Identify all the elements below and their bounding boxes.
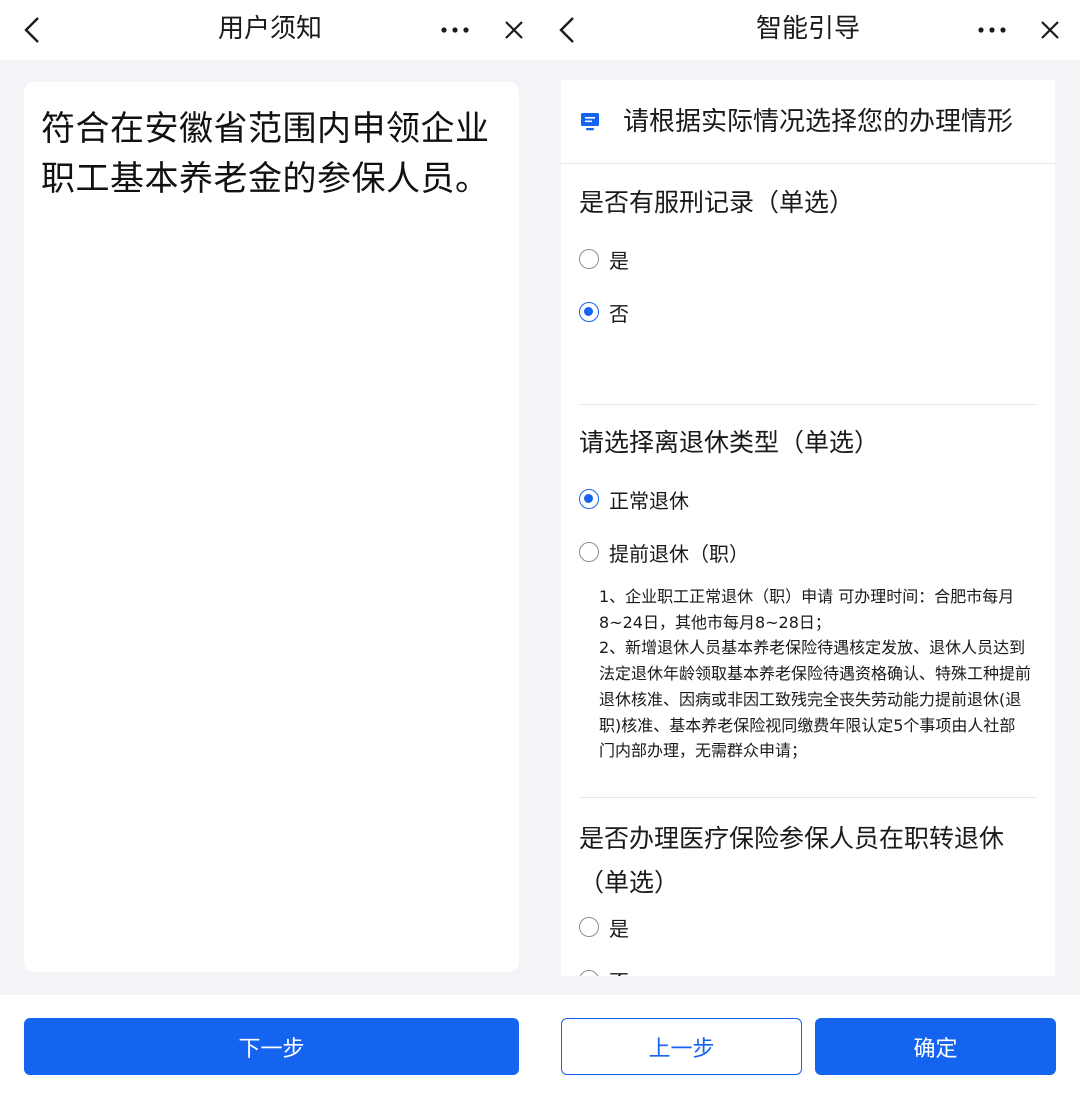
radio-option[interactable]: 是	[579, 912, 629, 942]
guide-header-text: 请根据实际情况选择您的办理情形	[623, 107, 1014, 137]
question-title: 是否有服刑记录（单选）	[579, 188, 855, 217]
note-line: 2、新增退休人员基本养老保险待遇核定发放、退休人员达到法定退休年龄领取基本养老保…	[599, 638, 1032, 761]
confirm-button[interactable]: 确定	[815, 1018, 1056, 1075]
radio-option[interactable]: 否	[579, 297, 629, 327]
guide-card: 请根据实际情况选择您的办理情形 是否有服刑记录（单选） 是 否 请选择离退休类型…	[561, 80, 1055, 976]
monitor-icon	[581, 113, 599, 131]
back-arrow-icon[interactable]	[547, 10, 587, 50]
smart-guide-panel: 智能引导 请根据实际情况选择您的办理情形 是否有服刑记录（单选） 是 否 请选择…	[541, 0, 1080, 1093]
radio-option[interactable]: 正常退休	[579, 484, 689, 514]
right-footer: 上一步 确定	[541, 995, 1080, 1093]
question-title: 请选择离退休类型（单选）	[579, 428, 880, 457]
page-title: 智能引导	[755, 14, 860, 44]
radio-icon[interactable]	[579, 917, 599, 937]
option-label: 是	[609, 916, 629, 941]
radio-icon[interactable]	[579, 542, 599, 562]
radio-icon[interactable]	[579, 489, 599, 509]
radio-icon[interactable]	[579, 970, 599, 976]
note-line: 1、企业职工正常退休（职）申请 可办理时间：合肥市每月8~24日，其他市每月8~…	[599, 587, 1015, 632]
next-step-button[interactable]: 下一步	[24, 1018, 519, 1075]
option-label: 是	[609, 248, 629, 273]
close-icon[interactable]	[1030, 10, 1070, 50]
divider	[579, 404, 1037, 405]
radio-option[interactable]: 否	[579, 965, 629, 976]
user-notice-panel: 用户须知 符合在安徽省范围内申领企业职工基本养老金的参保人员。 下一步	[0, 0, 541, 1093]
option-label: 否	[609, 966, 629, 977]
left-navbar: 用户须知	[0, 0, 541, 60]
notice-text: 符合在安徽省范围内申领企业职工基本养老金的参保人员。	[41, 109, 490, 199]
radio-icon[interactable]	[579, 249, 599, 269]
page-title: 用户须知	[217, 14, 322, 44]
back-arrow-icon[interactable]	[12, 10, 52, 50]
guide-header: 请根据实际情况选择您的办理情形	[561, 80, 1055, 164]
question-title: 是否办理医疗保险参保人员在职转退休（单选）	[579, 824, 1005, 897]
info-note: 1、企业职工正常退休（职）申请 可办理时间：合肥市每月8~24日，其他市每月8~…	[599, 584, 1031, 764]
more-dots-icon[interactable]	[967, 10, 1017, 50]
close-icon[interactable]	[494, 10, 534, 50]
option-label: 正常退休	[609, 488, 689, 513]
radio-option[interactable]: 提前退休（职）	[579, 537, 749, 567]
divider	[579, 797, 1037, 798]
left-footer: 下一步	[0, 995, 541, 1093]
radio-icon[interactable]	[579, 302, 599, 322]
more-dots-icon[interactable]	[430, 10, 480, 50]
option-label: 否	[609, 301, 629, 326]
right-navbar: 智能引导	[541, 0, 1080, 60]
notice-card: 符合在安徽省范围内申领企业职工基本养老金的参保人员。	[24, 82, 519, 972]
option-label: 提前退休（职）	[609, 541, 749, 566]
previous-step-button[interactable]: 上一步	[561, 1018, 802, 1075]
radio-option[interactable]: 是	[579, 244, 629, 274]
